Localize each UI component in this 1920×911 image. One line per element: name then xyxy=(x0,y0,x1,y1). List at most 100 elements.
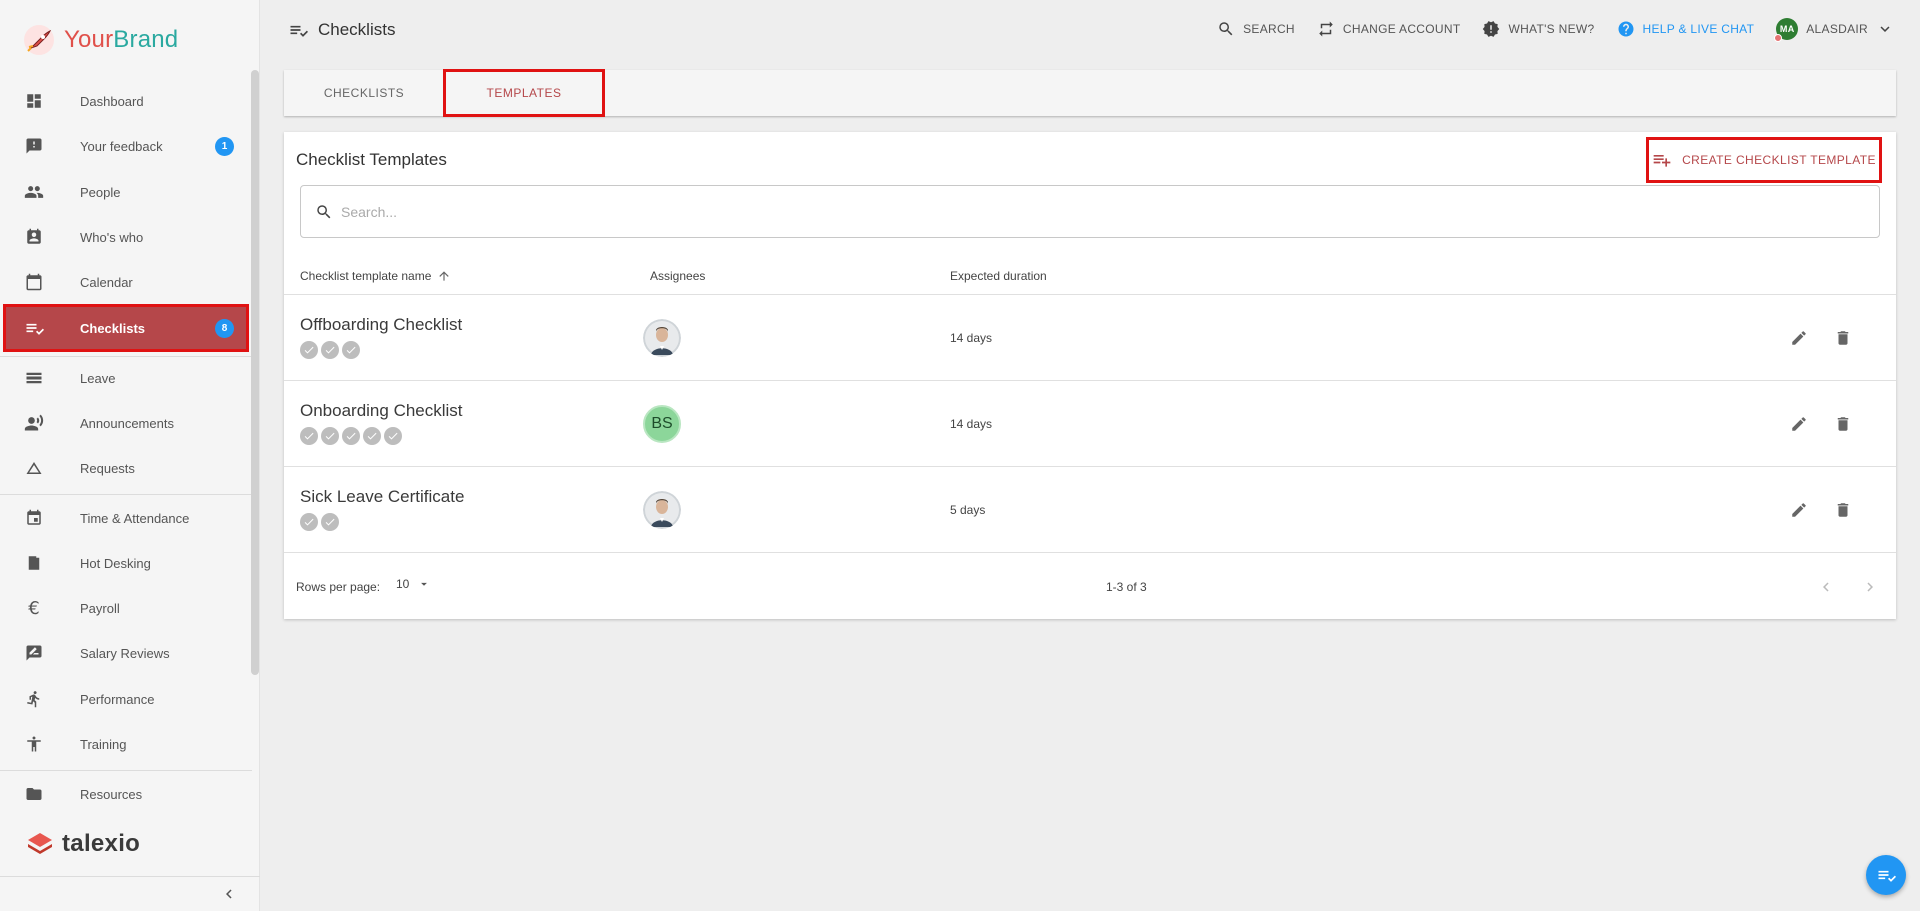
check-circle-icon xyxy=(321,513,339,531)
chevron-left-icon xyxy=(1823,582,1829,592)
template-name: Offboarding Checklist xyxy=(300,315,463,334)
status-dot xyxy=(1774,34,1783,42)
chevron-down-icon xyxy=(1880,26,1890,32)
leave-icon xyxy=(24,368,44,388)
help-icon xyxy=(1618,21,1633,37)
sidebar-item-hot-desking[interactable]: Hot Desking xyxy=(6,542,246,584)
pencil-icon xyxy=(1792,503,1806,517)
euro-icon: € xyxy=(28,597,40,619)
pagination-range: 1-3 of 3 xyxy=(1106,580,1147,594)
nav-divider xyxy=(0,494,252,495)
checklist-icon xyxy=(290,25,308,37)
sidebar-collapse-row xyxy=(0,876,260,911)
check-circle-icon xyxy=(342,427,360,445)
check-circle-icon xyxy=(342,341,360,359)
brand-name: YourBrand xyxy=(64,26,179,53)
user-menu[interactable]: MA ALASDAIR xyxy=(1774,18,1894,42)
check-circle-icon xyxy=(363,427,381,445)
triangle-icon xyxy=(24,458,44,478)
talexio-logo: talexio xyxy=(26,830,140,858)
talexio-layers-icon xyxy=(28,833,52,854)
folder-icon xyxy=(24,784,44,804)
dashboard-icon xyxy=(24,91,44,111)
expected-duration: 14 days xyxy=(950,417,993,431)
assignee-avatar[interactable] xyxy=(643,319,681,357)
sidebar-item-your-feedback[interactable]: Your feedback 1 xyxy=(6,125,246,167)
search-field xyxy=(300,185,1880,238)
column-header-name[interactable]: Checklist template name xyxy=(300,269,451,283)
sidebar-item-performance[interactable]: Performance xyxy=(6,678,246,720)
delete-button[interactable] xyxy=(1832,499,1854,521)
checklists-count-badge: 8 xyxy=(215,319,234,338)
column-header-duration: Expected duration xyxy=(950,269,1047,283)
check-circle-icon xyxy=(300,341,318,359)
column-header-assignees: Assignees xyxy=(650,269,706,283)
delete-button[interactable] xyxy=(1832,327,1854,349)
assignee-avatar[interactable] xyxy=(643,491,681,529)
rocket-logo-icon xyxy=(24,25,54,55)
sidebar-item-calendar[interactable]: Calendar xyxy=(6,261,246,303)
sidebar-item-leave[interactable]: Leave xyxy=(6,357,246,399)
sidebar: YourBrand Dashboard Your feedback 1 Peop… xyxy=(0,0,260,911)
checklist-icon xyxy=(24,318,44,338)
tab-checklists[interactable]: CHECKLISTS xyxy=(284,70,444,116)
top-bar: Checklists SEARCH CHANGE ACCOUNT WHAT'S … xyxy=(260,0,1920,64)
previous-page-button[interactable] xyxy=(1814,575,1838,599)
feedback-icon xyxy=(24,136,44,156)
edit-button[interactable] xyxy=(1788,499,1810,521)
change-account-button[interactable]: CHANGE ACCOUNT xyxy=(1317,20,1461,38)
template-name: Onboarding Checklist xyxy=(300,401,463,420)
chevron-right-icon xyxy=(1867,582,1873,592)
contact-card-icon xyxy=(24,227,44,247)
sidebar-item-checklists[interactable]: Checklists 8 xyxy=(3,304,249,352)
pencil-icon xyxy=(1792,417,1806,431)
sidebar-scrollbar[interactable] xyxy=(251,70,259,675)
new-releases-icon xyxy=(1483,21,1500,37)
brand-logo[interactable]: YourBrand xyxy=(22,22,178,58)
sidebar-item-dashboard[interactable]: Dashboard xyxy=(6,80,246,122)
calendar-icon xyxy=(24,272,44,292)
nav-divider xyxy=(0,770,252,771)
run-icon xyxy=(24,689,44,709)
delete-button[interactable] xyxy=(1832,413,1854,435)
sidebar-item-whos-who[interactable]: Who's who xyxy=(6,216,246,258)
sidebar-item-people[interactable]: People xyxy=(6,171,246,213)
table-row[interactable]: Offboarding Checklist 14 days xyxy=(284,295,1896,381)
sidebar-item-training[interactable]: Training xyxy=(6,723,246,765)
checklist-templates-card: Checklist Templates CREATE CHECKLIST TEM… xyxy=(284,132,1896,619)
edit-button[interactable] xyxy=(1788,327,1810,349)
sidebar-item-announcements[interactable]: Announcements xyxy=(6,402,246,444)
search-input[interactable] xyxy=(341,200,1841,224)
whats-new-button[interactable]: WHAT'S NEW? xyxy=(1482,20,1594,38)
sidebar-item-time-attendance[interactable]: Time & Attendance xyxy=(6,497,246,539)
sidebar-item-requests[interactable]: Requests xyxy=(6,447,246,489)
event-icon xyxy=(24,508,44,528)
user-avatar: MA xyxy=(1774,18,1799,42)
assignee-avatar[interactable]: BS xyxy=(643,405,681,443)
caret-down-icon xyxy=(421,582,428,586)
chevron-left-icon[interactable] xyxy=(220,885,238,903)
rate-review-icon xyxy=(24,643,44,663)
sidebar-item-salary-reviews[interactable]: Salary Reviews xyxy=(6,632,246,674)
create-checklist-template-button[interactable]: CREATE CHECKLIST TEMPLATE xyxy=(1646,137,1882,183)
sidebar-item-resources[interactable]: Resources xyxy=(6,773,246,815)
table-row[interactable]: Sick Leave Certificate 5 days xyxy=(284,467,1896,553)
pencil-icon xyxy=(1792,331,1806,345)
tab-templates[interactable]: TEMPLATES xyxy=(443,69,605,117)
trash-icon xyxy=(1837,503,1849,517)
checklist-icon xyxy=(1878,870,1896,882)
edit-button[interactable] xyxy=(1788,413,1810,435)
check-circle-icon xyxy=(300,513,318,531)
search-button[interactable]: SEARCH xyxy=(1217,20,1295,38)
person-photo-icon xyxy=(643,319,681,357)
step-indicators xyxy=(300,341,360,359)
help-live-chat-button[interactable]: HELP & LIVE CHAT xyxy=(1617,20,1755,38)
table-row[interactable]: Onboarding Checklist BS 14 days xyxy=(284,381,1896,467)
person-photo-icon xyxy=(643,491,681,529)
next-page-button[interactable] xyxy=(1858,575,1882,599)
floating-checklist-button[interactable] xyxy=(1866,855,1906,895)
sidebar-item-payroll[interactable]: € Payroll xyxy=(6,587,246,629)
rows-per-page-select[interactable]: 10 xyxy=(396,577,431,591)
table-pagination: Rows per page: 10 1-3 of 3 xyxy=(284,553,1896,619)
card-title: Checklist Templates xyxy=(296,150,447,169)
